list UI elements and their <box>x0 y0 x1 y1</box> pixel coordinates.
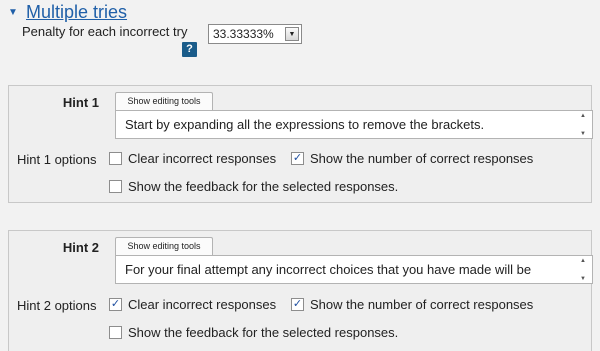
penalty-select[interactable]: 33.33333% ▼ <box>208 24 302 44</box>
hint-1-text: Start by expanding all the expressions t… <box>125 117 485 132</box>
hint-2-panel: Hint 2 Show editing tools For your final… <box>8 230 593 351</box>
hint-1-clear-incorrect-label: Clear incorrect responses <box>128 151 277 166</box>
hint-2-show-feedback-checkbox[interactable] <box>109 326 122 339</box>
hint-2-show-feedback-option[interactable]: Show the feedback for the selected respo… <box>109 325 398 340</box>
section-title-multiple-tries[interactable]: Multiple tries <box>26 2 127 23</box>
hint-1-show-number-checkbox[interactable]: ✓ <box>291 152 304 165</box>
hint-1-show-feedback-option[interactable]: Show the feedback for the selected respo… <box>109 179 398 194</box>
scroll-down-icon[interactable]: ▼ <box>580 276 586 282</box>
hint-1-show-number-label: Show the number of correct responses <box>310 151 534 166</box>
collapse-caret-icon[interactable]: ▼ <box>8 7 18 18</box>
hint-2-show-number-option[interactable]: ✓ Show the number of correct responses <box>291 297 533 312</box>
hint-1-clear-incorrect-option[interactable]: Clear incorrect responses <box>109 151 276 166</box>
hint-1-options-label: Hint 1 options <box>17 152 97 167</box>
help-icon[interactable]: ? <box>182 42 197 57</box>
section-header[interactable]: ▼ Multiple tries <box>8 2 127 23</box>
hint-1-clear-incorrect-checkbox[interactable] <box>109 152 122 165</box>
hint-2-show-number-checkbox[interactable]: ✓ <box>291 298 304 311</box>
penalty-label: Penalty for each incorrect try <box>22 24 188 39</box>
hint-1-panel: Hint 1 Show editing tools Start by expan… <box>8 85 593 203</box>
hint-2-clear-incorrect-checkbox[interactable]: ✓ <box>109 298 122 311</box>
hint-1-show-feedback-checkbox[interactable] <box>109 180 122 193</box>
hint-2-options-label: Hint 2 options <box>17 298 97 313</box>
hint-1-label: Hint 1 <box>62 95 99 110</box>
hint-2-show-number-label: Show the number of correct responses <box>310 297 534 312</box>
dropdown-arrow-icon[interactable]: ▼ <box>285 27 299 41</box>
hint-1-show-feedback-label: Show the feedback for the selected respo… <box>128 179 399 194</box>
hint-2-editor[interactable]: For your final attempt any incorrect cho… <box>115 255 593 284</box>
scroll-up-icon[interactable]: ▲ <box>580 258 586 264</box>
penalty-select-value: 33.33333% <box>213 27 274 41</box>
editor-scroll-arrows[interactable]: ▲ ▼ <box>576 258 590 282</box>
hint-1-editor[interactable]: Start by expanding all the expressions t… <box>115 110 593 139</box>
hint-2-label: Hint 2 <box>62 240 99 255</box>
editor-scroll-arrows[interactable]: ▲ ▼ <box>576 113 590 137</box>
scroll-down-icon[interactable]: ▼ <box>580 131 586 137</box>
hint-2-text: For your final attempt any incorrect cho… <box>125 262 532 277</box>
hint-2-clear-incorrect-option[interactable]: ✓ Clear incorrect responses <box>109 297 276 312</box>
show-editing-tools-button[interactable]: Show editing tools <box>115 237 213 255</box>
hint-2-clear-incorrect-label: Clear incorrect responses <box>128 297 277 312</box>
hint-1-show-number-option[interactable]: ✓ Show the number of correct responses <box>291 151 533 166</box>
show-editing-tools-button[interactable]: Show editing tools <box>115 92 213 110</box>
scroll-up-icon[interactable]: ▲ <box>580 113 586 119</box>
hint-2-show-feedback-label: Show the feedback for the selected respo… <box>128 325 399 340</box>
